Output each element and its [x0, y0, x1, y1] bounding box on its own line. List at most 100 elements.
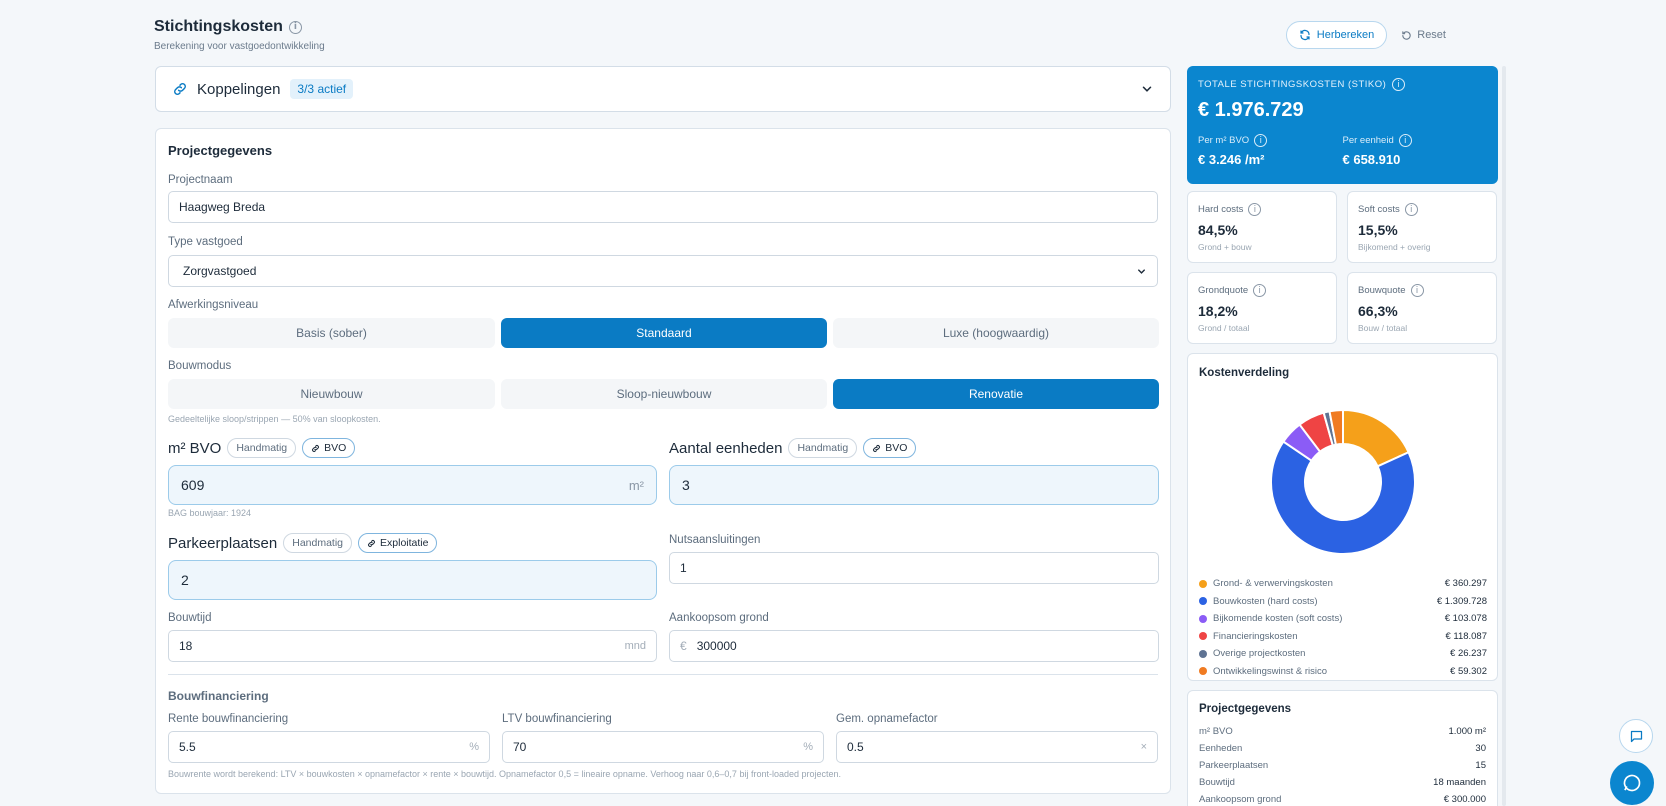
bouwmodus-option-nieuwbouw[interactable]: Nieuwbouw	[168, 379, 495, 409]
opname-input[interactable]: 0.5 ×	[836, 731, 1158, 763]
legend-value: € 26.237	[1450, 648, 1487, 660]
afwerking-segmented: Basis (sober) Standaard Luxe (hoogwaardi…	[168, 318, 1159, 348]
legend-swatch	[1199, 667, 1207, 676]
info-icon[interactable]: i	[1248, 203, 1262, 216]
afwerking-option-luxe[interactable]: Luxe (hoogwaardig)	[833, 318, 1159, 348]
summary-rows: m² BVO 1.000 m² Eenheden 30 Parkeerplaatsen 1…	[1199, 723, 1486, 806]
info-icon[interactable]: i	[1254, 134, 1268, 147]
kostenverdeling-card: Kostenverdeling Grond- & verwervingskost…	[1187, 353, 1498, 681]
info-icon[interactable]: i	[1253, 284, 1267, 297]
page-title: Stichtingskosten i	[154, 18, 325, 36]
summary-row: Bouwtijd 18 maanden	[1199, 774, 1486, 791]
link-icon	[312, 444, 320, 452]
link-icon	[873, 444, 881, 452]
summary-key: Aankoopsom grond	[1199, 794, 1282, 805]
summary-value: 18 maanden	[1433, 777, 1486, 788]
donut-chart	[1270, 408, 1416, 555]
bouwmodus-option-sloop-nieuwbouw[interactable]: Sloop-nieuwbouw	[501, 379, 827, 409]
info-icon[interactable]: i	[1410, 284, 1424, 297]
chevron-down-icon	[1138, 268, 1145, 274]
summary-key: m² BVO	[1199, 726, 1233, 737]
top-actions: Herbereken Reset	[1285, 21, 1446, 49]
type-label: Type vastgoed	[168, 236, 243, 248]
summary-row: Parkeerplaatsen 15	[1199, 757, 1486, 774]
divider	[168, 674, 1158, 675]
legend-label: Overige projectkosten	[1213, 648, 1306, 660]
legend-label: Financieringskosten	[1213, 630, 1298, 642]
type-select[interactable]: Zorgvastgoed	[168, 255, 1158, 287]
parkeer-label-row: Parkeerplaatsen Handmatig Exploitatie	[168, 533, 438, 553]
eenheden-link-tag[interactable]: BVO	[863, 438, 917, 458]
summary-value: 15	[1475, 760, 1486, 771]
parkeer-input[interactable]: 2	[168, 560, 657, 600]
legend-label: Grond- & verwervingskosten	[1213, 578, 1333, 590]
summary-value: 30	[1475, 743, 1486, 754]
afwerking-label: Afwerkingsniveau	[168, 299, 259, 311]
chat-bubble-icon	[1623, 774, 1641, 792]
info-icon[interactable]: i	[1392, 78, 1406, 91]
reset-button[interactable]: Reset	[1401, 29, 1446, 41]
bouwmodus-option-renovatie[interactable]: Renovatie	[833, 379, 1159, 409]
projectnaam-label: Projectnaam	[168, 174, 233, 186]
bvo-label-row: m² BVO Handmatig BVO	[168, 438, 356, 458]
legend-value: € 360.297	[1444, 578, 1487, 590]
projectnaam-input[interactable]: Haagweg Breda	[168, 191, 1158, 223]
afwerking-option-basis[interactable]: Basis (sober)	[168, 318, 495, 348]
afwerking-option-standaard[interactable]: Standaard	[501, 318, 827, 348]
legend-swatch	[1199, 632, 1207, 641]
recalculate-button[interactable]: Herbereken	[1285, 21, 1388, 49]
legend-label: Bouwkosten (hard costs)	[1213, 595, 1318, 607]
aankoop-input[interactable]: € 300000	[669, 630, 1159, 662]
feedback-button[interactable]	[1619, 719, 1653, 753]
undo-icon	[1402, 30, 1411, 40]
info-icon[interactable]: i	[288, 20, 302, 34]
legend-swatch	[1199, 614, 1207, 623]
parkeer-manual-tag[interactable]: Handmatig	[283, 533, 353, 553]
info-icon[interactable]: i	[1398, 134, 1412, 147]
parkeer-link-tag[interactable]: Exploitatie	[358, 533, 438, 553]
page-header: Stichtingskosten i Berekening voor vastg…	[154, 18, 325, 52]
koppelingen-panel[interactable]: Koppelingen 3/3 actief	[155, 66, 1171, 112]
message-square-icon	[1630, 730, 1642, 742]
project-form: Projectgegevens Projectnaam Haagweg Bred…	[155, 128, 1171, 794]
ltv-label: LTV bouwfinanciering	[502, 713, 612, 725]
chat-button[interactable]	[1610, 761, 1654, 805]
legend-value: € 103.078	[1444, 613, 1487, 625]
legend-value: € 59.302	[1450, 665, 1487, 677]
summary-row: m² BVO 1.000 m²	[1199, 723, 1486, 740]
nuts-label: Nutsaansluitingen	[669, 534, 761, 546]
summary-value: € 300.000	[1443, 794, 1486, 805]
info-icon[interactable]: i	[1404, 203, 1418, 216]
legend-item: Bijkomende kosten (soft costs) € 103.078	[1199, 610, 1487, 628]
chart-title: Kostenverdeling	[1199, 367, 1290, 379]
financiering-hint: Bouwrente wordt berekend: LTV × bouwkost…	[168, 769, 842, 779]
chevron-down-icon[interactable]	[1140, 82, 1154, 96]
bouwtijd-input[interactable]: 18 mnd	[168, 630, 657, 662]
summary-key: Parkeerplaatsen	[1199, 760, 1269, 771]
eenheden-manual-tag[interactable]: Handmatig	[788, 438, 858, 458]
rente-input[interactable]: 5.5 %	[168, 731, 490, 763]
koppelingen-label: Koppelingen	[197, 80, 281, 98]
summary-row: Aankoopsom grond € 300.000	[1199, 791, 1486, 806]
bvo-link-tag[interactable]: BVO	[302, 438, 356, 458]
legend-label: Ontwikkelingswinst & risico	[1213, 665, 1328, 677]
ltv-input[interactable]: 70 %	[502, 731, 824, 763]
bvo-input[interactable]: 609 m²	[168, 465, 657, 505]
koppelingen-badge: 3/3 actief	[290, 79, 354, 99]
eenheden-label-row: Aantal eenheden Handmatig BVO	[669, 438, 917, 458]
legend-value: € 1.309.728	[1436, 595, 1487, 607]
rente-label: Rente bouwfinanciering	[168, 713, 289, 725]
link-icon	[368, 539, 375, 547]
chart-legend: Grond- & verwervingskosten € 360.297 Bouwk…	[1199, 575, 1487, 680]
scrollbar[interactable]	[1502, 66, 1506, 806]
legend-swatch	[1199, 579, 1207, 588]
donut-slice[interactable]	[1270, 440, 1416, 555]
bvo-manual-tag[interactable]: Handmatig	[227, 438, 297, 458]
eenheden-input[interactable]: 3	[669, 465, 1159, 505]
nuts-input[interactable]: 1	[669, 552, 1159, 584]
kpi-hard-costs: Hard costs i 84,5% Grond + bouw	[1187, 191, 1337, 263]
refresh-icon	[1300, 29, 1310, 41]
legend-swatch	[1199, 649, 1207, 658]
legend-value: € 118.087	[1445, 630, 1487, 642]
legend-item: Bouwkosten (hard costs) € 1.309.728	[1199, 593, 1487, 611]
